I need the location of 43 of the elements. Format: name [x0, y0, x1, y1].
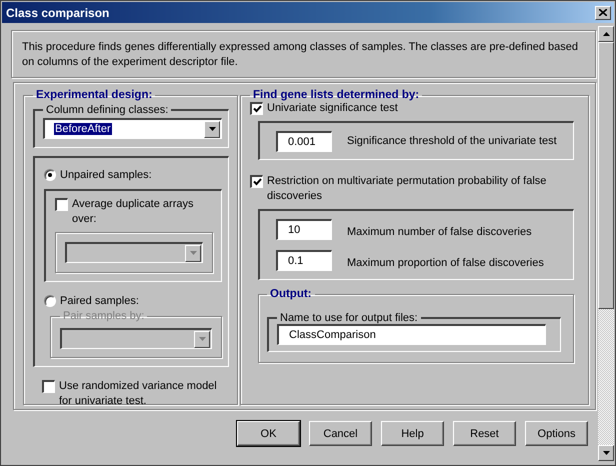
field-label: Maximum number of false discoveries [347, 226, 532, 238]
checkbox-label: Restriction on multivariate permutation probability of false discoveries [267, 174, 548, 204]
number-field[interactable]: 0.1 [276, 250, 332, 271]
down-arrow-icon [198, 337, 206, 341]
group-label: Column defining classes: [45, 104, 170, 116]
scroll-up-button[interactable] [598, 26, 614, 42]
checkbox[interactable] [55, 198, 68, 211]
field-label: Significance threshold of the univariate test [347, 134, 557, 149]
group-title: Output: [269, 288, 313, 300]
scrollbar[interactable] [598, 26, 614, 461]
radio-button[interactable] [44, 169, 56, 181]
down-arrow-icon [190, 251, 196, 255]
checkbox-label: Univariate significance test [267, 101, 398, 116]
up-arrow-icon [602, 32, 610, 36]
field-label: Maximum proportion of false discoveries [347, 256, 544, 268]
scroll-thumb[interactable] [598, 42, 614, 309]
close-icon [599, 9, 607, 16]
checkbox-label: Use randomized variance model for univariate test. [59, 379, 218, 409]
number-field[interactable]: 10 [276, 219, 332, 240]
dialog-button[interactable]: OK [237, 421, 300, 446]
radio-button[interactable] [44, 295, 56, 307]
close-button[interactable] [595, 6, 611, 20]
down-arrow-icon [208, 127, 216, 131]
column-dropdown[interactable]: BeforeAfter [43, 118, 222, 139]
dialog-button[interactable]: Options [525, 421, 588, 446]
checkbox[interactable] [250, 102, 263, 115]
checkbox-label: Average duplicate arrays over: [72, 197, 194, 227]
radio-label: Unpaired samples: [60, 168, 152, 183]
dialog-button[interactable]: Cancel [309, 421, 372, 446]
description-text: This procedure finds genes differentially expressed among classes of samples. The classes are pre-defined based on columns of the experiment descriptor file. [11, 30, 596, 78]
scroll-down-button[interactable] [598, 445, 614, 461]
group-title: Experimental design: [35, 89, 154, 101]
down-arrow-icon [602, 451, 610, 455]
group-label: Name to use for output files: [279, 312, 419, 324]
group-title: Find gene lists determined by: [252, 89, 420, 101]
checkbox[interactable] [42, 380, 55, 393]
dialog-button[interactable]: Reset [453, 421, 516, 446]
radio-label: Paired samples: [60, 294, 139, 309]
window-title: Class comparison [6, 6, 110, 20]
checkbox[interactable] [250, 175, 263, 188]
dialog-button[interactable]: Help [381, 421, 444, 446]
threshold-field[interactable]: 0.001 [276, 131, 332, 152]
output-name-field[interactable]: ClassComparison [277, 324, 546, 345]
